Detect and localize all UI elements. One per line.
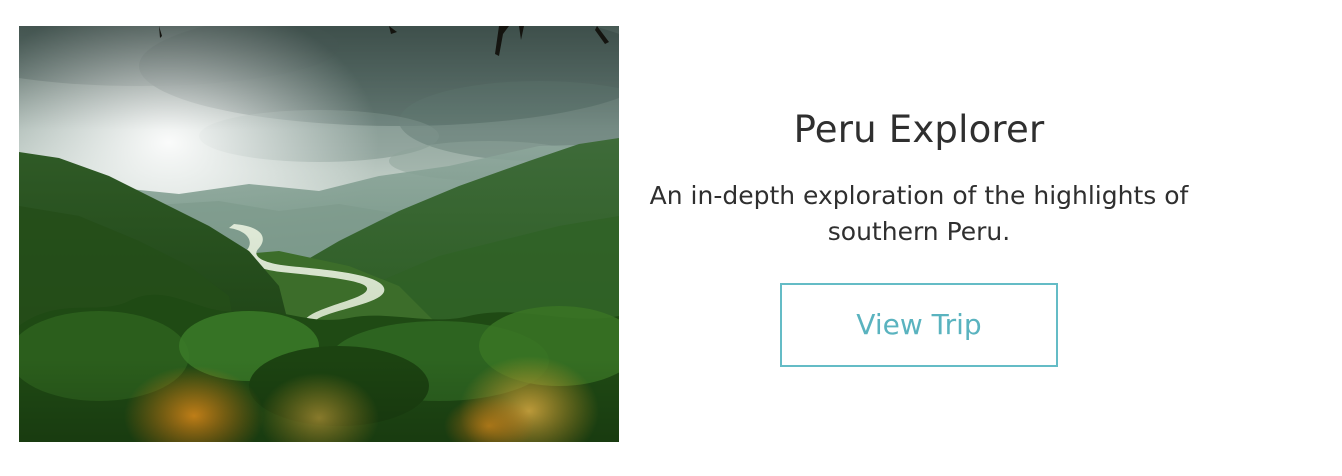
view-trip-button[interactable]: View Trip	[780, 283, 1058, 367]
trip-title: Peru Explorer	[793, 108, 1045, 151]
valley-landscape-image	[19, 26, 619, 442]
trip-info: Peru Explorer An in-depth exploration of…	[619, 0, 1219, 476]
trip-card: Peru Explorer An in-depth exploration of…	[0, 0, 1342, 476]
trip-image[interactable]	[19, 26, 619, 442]
trip-description: An in-depth exploration of the highlight…	[649, 181, 1189, 246]
